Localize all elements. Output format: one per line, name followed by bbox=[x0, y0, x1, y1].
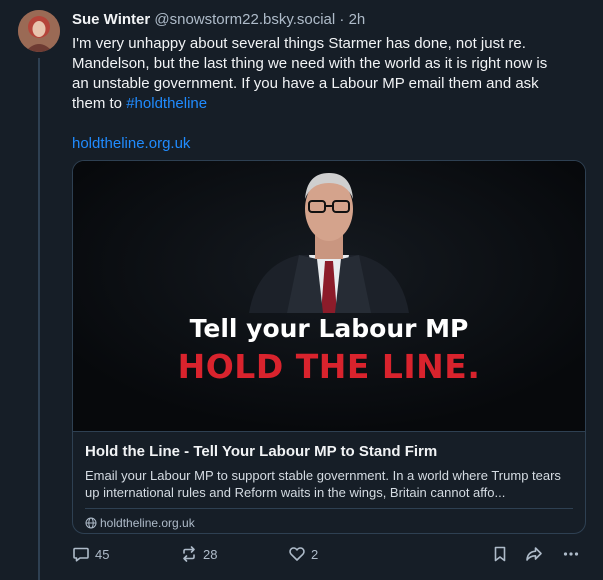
card-title: Hold the Line - Tell Your Labour MP to S… bbox=[85, 443, 438, 460]
post-content: Sue Winter @snowstorm22.bsky.social · 2h… bbox=[72, 10, 586, 154]
post-actions: 45 28 2 bbox=[72, 543, 586, 565]
reply-button[interactable]: 45 bbox=[72, 543, 109, 565]
post-text-line: an unstable government. If you have a La… bbox=[72, 75, 539, 92]
heart-icon bbox=[289, 547, 305, 561]
repost-button[interactable]: 28 bbox=[180, 543, 217, 565]
post-text: I'm very unhappy about several things St… bbox=[72, 34, 586, 114]
card-domain-row: holdtheline.org.uk bbox=[85, 515, 573, 531]
repost-count: 28 bbox=[203, 546, 218, 562]
post-link-line: holdtheline.org.uk bbox=[72, 134, 586, 154]
hashtag-link[interactable]: #holdtheline bbox=[126, 95, 207, 112]
like-count: 2 bbox=[311, 546, 319, 562]
separator-dot: · bbox=[339, 11, 345, 28]
card-domain: holdtheline.org.uk bbox=[100, 516, 195, 530]
more-icon bbox=[563, 552, 579, 556]
card-divider bbox=[85, 508, 573, 509]
link-card[interactable]: Tell your Labour MP HOLD THE LINE. Hold … bbox=[72, 160, 586, 534]
card-description: Email your Labour MP to support stable g… bbox=[85, 468, 561, 500]
card-body: Hold the Line - Tell Your Labour MP to S… bbox=[73, 431, 585, 533]
post-text-line: I'm very unhappy about several things St… bbox=[72, 35, 526, 52]
avatar[interactable] bbox=[18, 10, 60, 52]
reply-icon bbox=[73, 547, 89, 562]
repost-icon bbox=[183, 546, 195, 562]
post: Sue Winter @snowstorm22.bsky.social · 2h… bbox=[0, 0, 603, 580]
post-header: Sue Winter @snowstorm22.bsky.social · 2h bbox=[72, 10, 586, 30]
post-link[interactable]: holdtheline.org.uk bbox=[72, 135, 190, 152]
share-icon bbox=[526, 547, 542, 561]
author-name[interactable]: Sue Winter bbox=[72, 11, 150, 28]
post-text-line: them to bbox=[72, 95, 127, 112]
bookmark-icon bbox=[494, 546, 506, 562]
more-button[interactable] bbox=[562, 543, 580, 565]
image-slogan: HOLD THE LINE. bbox=[177, 347, 481, 386]
globe-icon bbox=[85, 517, 97, 529]
post-time[interactable]: 2h bbox=[349, 11, 366, 28]
thread-line bbox=[38, 58, 40, 580]
bookmark-button[interactable] bbox=[491, 543, 509, 565]
portrait-image bbox=[73, 161, 585, 431]
like-button[interactable]: 2 bbox=[288, 543, 318, 565]
author-handle[interactable]: @snowstorm22.bsky.social bbox=[154, 11, 335, 28]
image-headline: Tell your Labour MP bbox=[189, 314, 469, 343]
reply-count: 45 bbox=[95, 546, 110, 562]
card-image: Tell your Labour MP HOLD THE LINE. bbox=[73, 161, 585, 431]
post-text-line: Mandelson, but the last thing we need wi… bbox=[72, 55, 548, 72]
share-button[interactable] bbox=[525, 543, 543, 565]
